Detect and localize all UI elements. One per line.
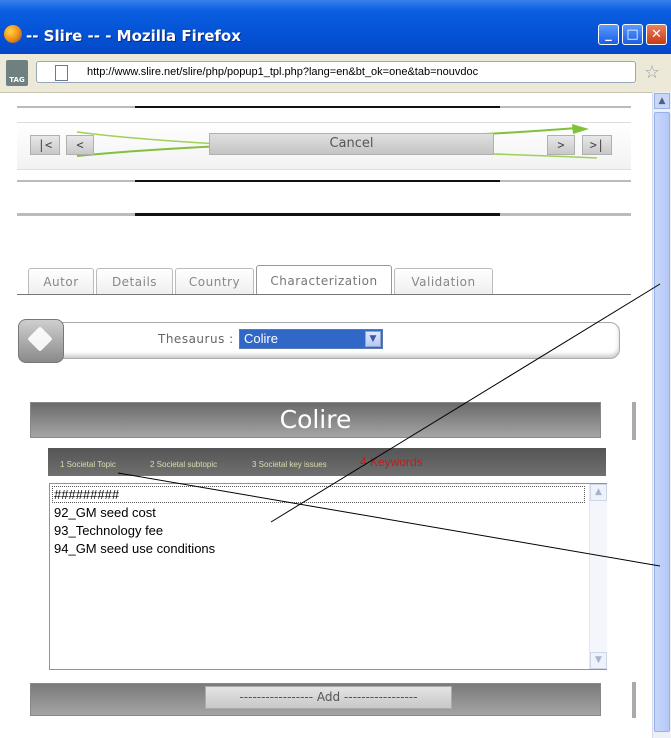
annotation-line <box>117 472 661 567</box>
annotation-line <box>270 283 661 523</box>
side-divider <box>632 682 636 718</box>
annotation-lines <box>117 283 661 567</box>
add-button[interactable]: ----------------- Add ----------------- <box>205 686 452 709</box>
